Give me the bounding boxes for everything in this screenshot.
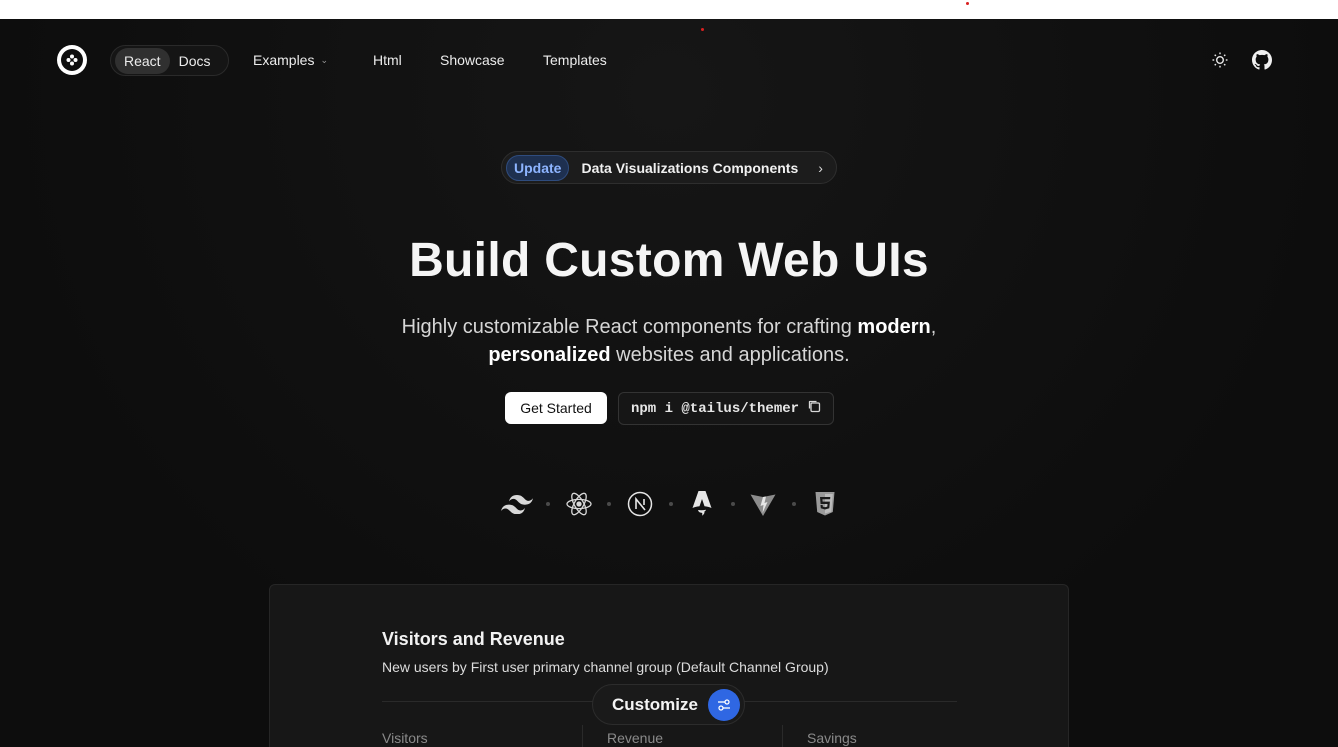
subtitle-comma: , <box>930 316 937 338</box>
top-nav: React Docs Examples ⌄ Html Showcase Temp… <box>0 19 1338 101</box>
subtitle-bold-personalized: personalized <box>488 344 611 366</box>
revenue-column-label: Revenue <box>607 730 664 746</box>
html-link[interactable]: Html <box>373 52 402 68</box>
customize-button[interactable]: Customize <box>592 684 745 725</box>
subtitle-text-end: websites and applications. <box>610 344 850 366</box>
visitors-column-label: Visitors <box>382 730 428 746</box>
savings-column-label: Savings <box>807 730 857 746</box>
separator-dot <box>668 502 673 506</box>
showcase-link[interactable]: Showcase <box>440 52 505 68</box>
tech-stack-row <box>501 489 841 519</box>
sun-icon[interactable] <box>1208 48 1232 72</box>
get-started-button[interactable]: Get Started <box>505 392 607 424</box>
customize-label: Customize <box>612 694 698 714</box>
copy-icon[interactable] <box>807 399 821 418</box>
red-marker <box>701 28 704 31</box>
react-icon <box>563 489 595 519</box>
examples-label: Examples <box>253 52 315 68</box>
update-text: Data Visualizations Components <box>581 159 799 176</box>
hero-subtitle: Highly customizable React components for… <box>369 313 969 369</box>
examples-menu[interactable]: Examples ⌄ <box>253 52 328 68</box>
npm-command: npm i @tailus/themer <box>631 400 800 417</box>
tailus-logo-icon[interactable] <box>57 45 87 75</box>
browser-top-strip <box>0 0 1338 19</box>
update-tag: Update <box>506 154 570 181</box>
chevron-right-icon: › <box>818 159 823 176</box>
astro-icon <box>686 489 718 519</box>
framework-toggle: React Docs <box>110 45 229 76</box>
hero-title: Build Custom Web UIs <box>409 234 929 287</box>
separator-dot <box>792 502 797 506</box>
update-banner[interactable]: Update Data Visualizations Components › <box>501 151 837 184</box>
separator-dot <box>607 502 612 506</box>
card-title: Visitors and Revenue <box>382 629 565 649</box>
red-marker <box>966 2 969 5</box>
docs-link[interactable]: Docs <box>170 48 220 74</box>
sliders-icon[interactable] <box>708 688 740 721</box>
subtitle-text: Highly customizable React components for… <box>401 316 858 338</box>
tailwind-icon <box>501 489 533 519</box>
page: React Docs Examples ⌄ Html Showcase Temp… <box>0 19 1338 747</box>
card-description: New users by First user primary channel … <box>382 659 829 675</box>
github-icon[interactable] <box>1250 48 1274 72</box>
column-divider <box>782 725 783 747</box>
react-toggle[interactable]: React <box>115 47 170 74</box>
vite-icon <box>747 489 779 519</box>
subtitle-bold-modern: modern <box>857 316 931 338</box>
chevron-down-icon: ⌄ <box>320 55 329 65</box>
templates-link[interactable]: Templates <box>543 52 607 68</box>
separator-dot <box>730 502 735 506</box>
separator-dot <box>545 502 550 506</box>
html5-icon <box>809 489 841 519</box>
npm-install-copy[interactable]: npm i @tailus/themer <box>618 392 834 425</box>
column-divider <box>582 725 583 747</box>
nextjs-icon <box>624 489 656 519</box>
